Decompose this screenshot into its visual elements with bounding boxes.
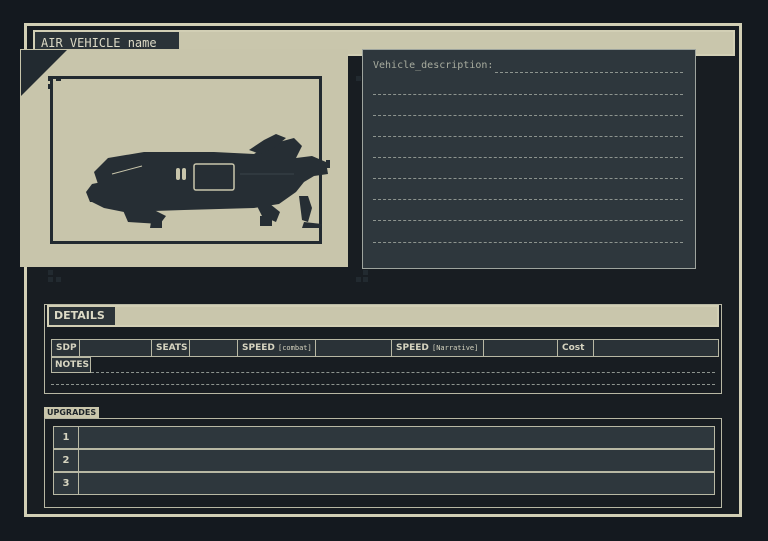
vehicle-description-panel[interactable]: Vehicle_description: [362, 49, 696, 269]
upgrade-row[interactable]: 2 [53, 449, 715, 472]
frame-dot [56, 277, 61, 282]
details-title: DETAILS [49, 307, 115, 325]
description-line [495, 72, 683, 73]
upgrade-row[interactable]: 3 [53, 472, 715, 495]
description-line [373, 136, 683, 137]
frame-dot [48, 270, 53, 275]
description-line [373, 178, 683, 179]
upgrade-number: 2 [54, 450, 79, 471]
notes-line[interactable] [91, 372, 715, 373]
description-line [373, 157, 683, 158]
description-line [373, 242, 683, 243]
speed-narrative-field[interactable] [484, 340, 558, 356]
speed-combat-sub: [combat] [278, 344, 312, 352]
speed-combat-field[interactable] [316, 340, 392, 356]
frame-dot [356, 76, 361, 81]
sdp-label: SDP [52, 340, 80, 356]
description-line [373, 199, 683, 200]
description-label: Vehicle_description: [373, 60, 494, 71]
speed-narrative-sub: [Narrative] [432, 344, 479, 352]
description-line [373, 220, 683, 221]
cost-field[interactable] [594, 340, 718, 356]
notes-line[interactable] [51, 384, 715, 385]
upgrades-panel: 1 2 3 [44, 418, 722, 508]
speed-narrative-text: SPEED [396, 343, 429, 353]
speed-combat-label: SPEED [combat] [238, 340, 316, 356]
upgrade-number: 1 [54, 427, 79, 448]
sdp-value-field[interactable] [80, 340, 152, 356]
frame-dot [356, 277, 361, 282]
stats-row: SDP SEATS SPEED [combat] SPEED [Narrativ… [51, 339, 719, 357]
seats-label: SEATS [152, 340, 190, 356]
vehicle-silhouette-icon [86, 134, 330, 228]
seats-value-field[interactable] [190, 340, 238, 356]
frame-dot [48, 277, 53, 282]
notes-label: NOTES [51, 357, 91, 373]
upgrade-number: 3 [54, 473, 79, 494]
frame-dot [363, 277, 368, 282]
upgrade-row[interactable]: 1 [53, 426, 715, 449]
speed-narrative-label: SPEED [Narrative] [392, 340, 484, 356]
details-panel: DETAILS SDP SEATS SPEED [combat] SPEED [… [44, 304, 722, 394]
details-header: DETAILS [47, 305, 719, 327]
description-line [373, 94, 683, 95]
cost-label: Cost [558, 340, 594, 356]
description-line [373, 115, 683, 116]
speed-combat-text: SPEED [242, 343, 275, 353]
frame-dot [363, 270, 368, 275]
